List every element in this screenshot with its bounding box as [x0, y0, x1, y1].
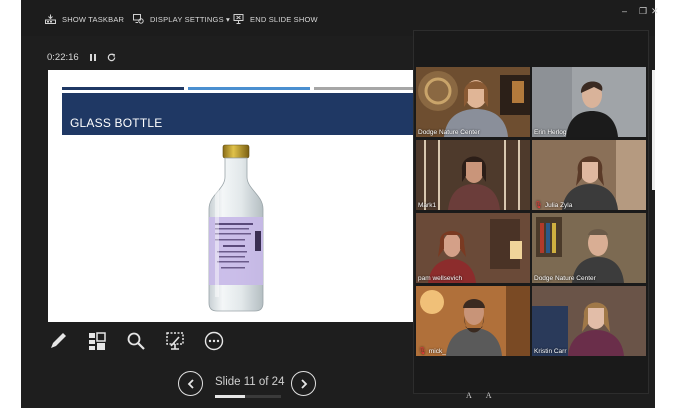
- mic-muted-icon: 🎙: [534, 202, 543, 209]
- slide-title-banner: GLASS BOTTLE: [62, 93, 420, 135]
- participant-video: [532, 286, 646, 356]
- more-icon: [204, 331, 224, 351]
- gallery-scrollbar[interactable]: [652, 70, 655, 190]
- next-slide-button[interactable]: [291, 371, 316, 396]
- glass-bottle-image: [208, 144, 264, 312]
- pen-tool-button[interactable]: [47, 330, 69, 352]
- participant-video: [416, 286, 530, 356]
- more-options-button[interactable]: [203, 330, 225, 352]
- accent-bar-1: [62, 87, 184, 90]
- zoom-button[interactable]: [125, 330, 147, 352]
- taskbar-icon: [45, 14, 56, 24]
- grid-icon: [89, 332, 106, 350]
- video-tile[interactable]: 🎙 mick_: [416, 286, 530, 356]
- participant-name: 🎙 Julia Zyla: [534, 201, 573, 210]
- slide-counter: Slide 11 of 24: [215, 376, 285, 388]
- participant-name: Dodge Nature Center: [418, 129, 480, 136]
- magnifier-icon: [127, 332, 145, 350]
- participant-name: Erin Herlog: [534, 129, 567, 136]
- see-all-slides-button[interactable]: [86, 330, 108, 352]
- subtitle-icon: [166, 332, 184, 350]
- slideshow-window: SHOW TASKBAR DISPLAY SETTINGS ▾ END SLID…: [21, 0, 659, 408]
- slide-timer: 0:22:16: [47, 52, 116, 63]
- slide-navigation: Slide 11 of 24: [178, 370, 378, 400]
- video-tile[interactable]: pam wellsevich: [416, 213, 530, 283]
- font-size-controls: A A: [466, 391, 492, 400]
- participant-video: [416, 67, 530, 137]
- video-tile[interactable]: Erin Herlog: [532, 67, 646, 137]
- slide-title: GLASS BOTTLE: [70, 116, 163, 130]
- participant-name: Dodge Nature Center: [534, 275, 596, 282]
- participant-video: [416, 213, 530, 283]
- participant-name: Kristin Carr: [534, 348, 567, 355]
- chevron-left-icon: [187, 378, 194, 389]
- show-taskbar-button[interactable]: SHOW TASKBAR: [45, 11, 124, 27]
- video-tile[interactable]: Kristin Carr: [532, 286, 646, 356]
- pen-icon: [51, 333, 66, 348]
- mic-muted-icon: 🎙: [418, 348, 427, 355]
- slide-accent-bars: [62, 87, 420, 90]
- minimize-button[interactable]: –: [622, 6, 627, 16]
- participant-name: pam wellsevich: [418, 275, 463, 282]
- participant-video: [532, 67, 646, 137]
- previous-slide-button[interactable]: [178, 371, 203, 396]
- participant-video: [532, 140, 646, 210]
- video-gallery: Dodge Nature Center Erin Herlog Mark1 🎙 …: [413, 30, 649, 394]
- participant-video: [532, 213, 646, 283]
- increase-font-button[interactable]: A: [486, 391, 492, 400]
- video-tile[interactable]: 🎙 Julia Zyla: [532, 140, 646, 210]
- pause-icon[interactable]: [89, 53, 97, 62]
- chevron-right-icon: [300, 378, 307, 389]
- show-taskbar-label: SHOW TASKBAR: [62, 14, 125, 24]
- accent-bar-2: [188, 87, 310, 90]
- participant-video: [416, 140, 530, 210]
- end-slide-show-label: END SLIDE SHOW: [250, 14, 318, 24]
- slide-progress-fill: [215, 395, 246, 398]
- video-tile[interactable]: Dodge Nature Center: [416, 67, 530, 137]
- end-slide-show-button[interactable]: END SLIDE SHOW: [233, 11, 318, 27]
- accent-bar-3: [314, 87, 420, 90]
- video-tile[interactable]: Dodge Nature Center: [532, 213, 646, 283]
- restore-button[interactable]: ❐: [639, 6, 647, 17]
- video-tile[interactable]: Mark1: [416, 140, 530, 210]
- end-show-icon: [233, 14, 244, 24]
- display-settings-button[interactable]: DISPLAY SETTINGS ▾: [133, 11, 230, 27]
- current-slide: GLASS BOTTLE: [48, 70, 420, 322]
- timer-value: 0:22:16: [47, 52, 79, 63]
- reset-icon[interactable]: [107, 53, 116, 62]
- participant-name: 🎙 mick_: [418, 347, 446, 356]
- display-settings-label: DISPLAY SETTINGS ▾: [150, 14, 231, 24]
- presenter-tools: [47, 330, 225, 352]
- close-button[interactable]: ✕: [651, 6, 659, 17]
- display-settings-icon: [133, 14, 144, 24]
- participant-name: Mark1: [418, 202, 437, 209]
- decrease-font-button[interactable]: A: [466, 391, 472, 400]
- slide-progress-bar: [215, 395, 281, 398]
- subtitles-button[interactable]: [164, 330, 186, 352]
